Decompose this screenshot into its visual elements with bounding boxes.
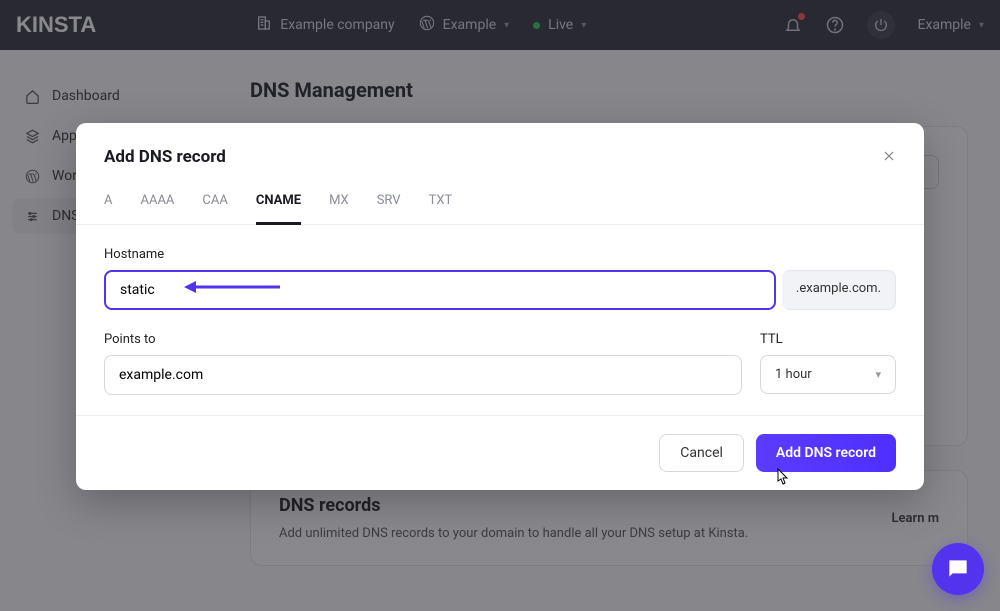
ttl-value: 1 hour [775,367,812,382]
modal-title: Add DNS record [104,147,226,167]
modal-body: Hostname .example.com. Points to TTL 1 h… [76,225,924,415]
points-to-label: Points to [104,332,742,347]
hostname-input[interactable] [104,270,776,310]
add-dns-modal: Add DNS record A AAAA CAA CNAME MX SRV T… [76,123,924,490]
close-button[interactable] [882,148,896,167]
tab-a[interactable]: A [104,193,112,224]
record-type-tabs: A AAAA CAA CNAME MX SRV TXT [76,179,924,225]
tab-txt[interactable]: TXT [429,193,453,224]
cancel-button[interactable]: Cancel [659,434,744,472]
domain-suffix: .example.com. [782,270,896,310]
hostname-label: Hostname [104,247,896,262]
chat-widget[interactable] [932,543,984,595]
ttl-label: TTL [760,332,896,347]
modal-footer: Cancel Add DNS record [76,415,924,490]
chevron-down-icon: ▾ [875,368,881,381]
add-dns-record-button[interactable]: Add DNS record [756,434,896,472]
tab-cname[interactable]: CNAME [256,193,301,225]
tab-srv[interactable]: SRV [377,193,401,224]
tab-caa[interactable]: CAA [202,193,227,224]
tab-aaaa[interactable]: AAAA [140,193,174,224]
modal-header: Add DNS record [76,123,924,179]
points-to-input[interactable] [104,355,742,395]
tab-mx[interactable]: MX [329,193,349,224]
ttl-select[interactable]: 1 hour ▾ [760,355,896,394]
